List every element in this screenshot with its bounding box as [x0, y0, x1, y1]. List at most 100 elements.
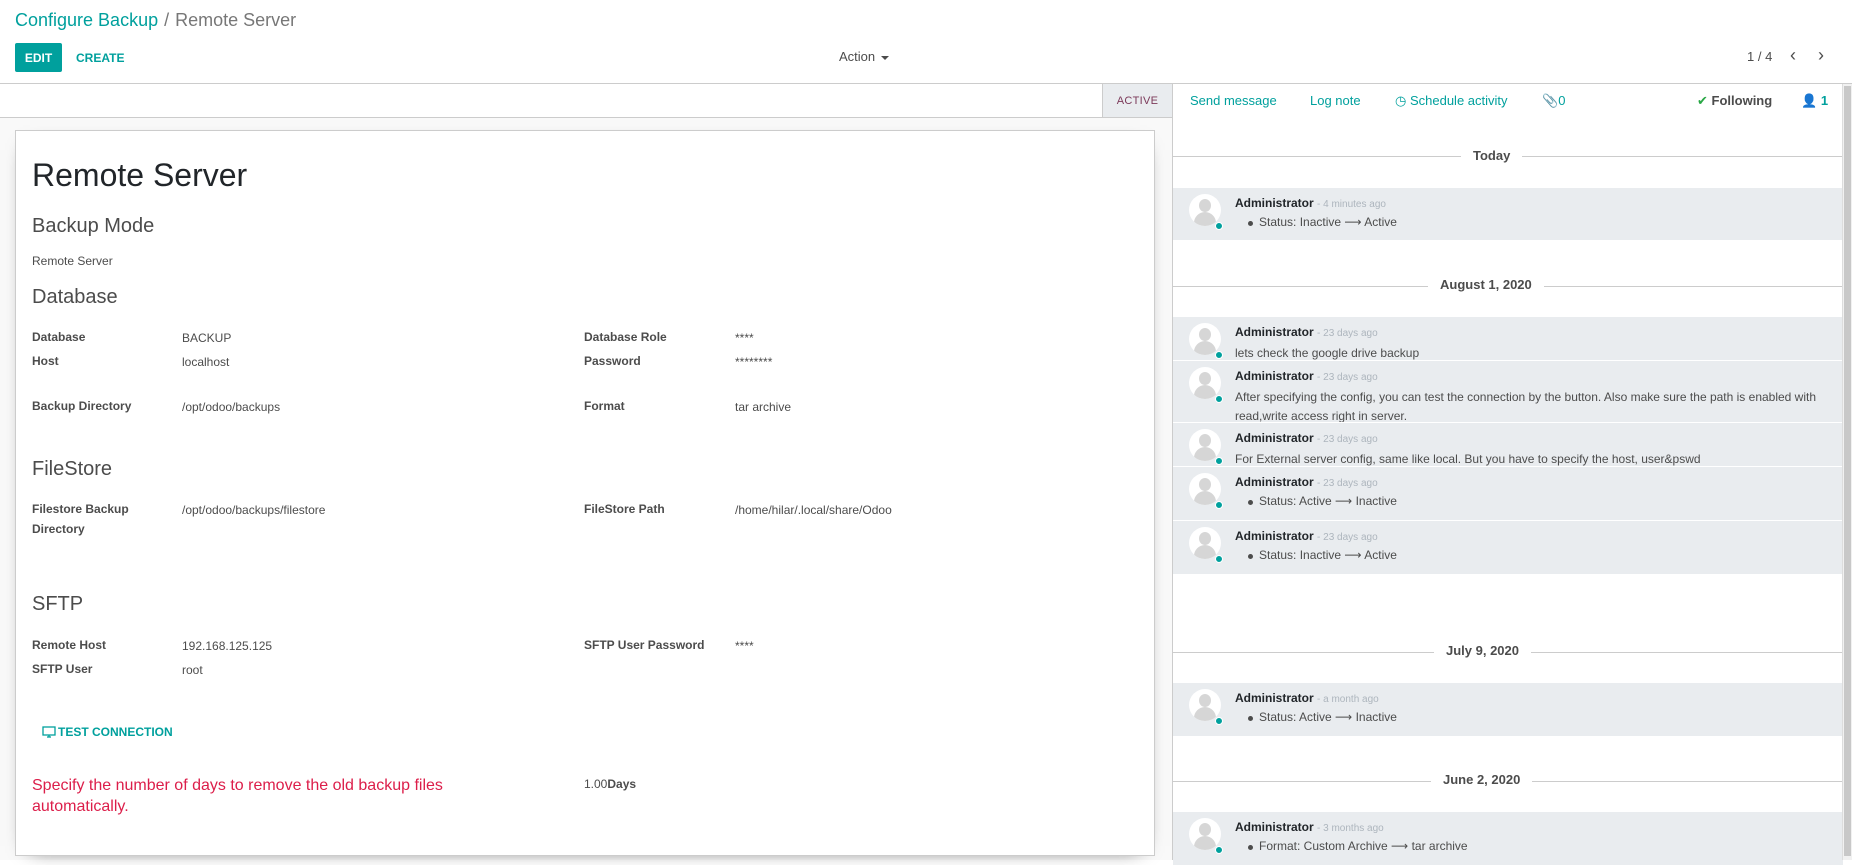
date-label: June 2, 2020	[1431, 772, 1533, 787]
filestore-path-value[interactable]: /home/hilar/.local/share/Odoo	[735, 503, 892, 517]
remote-host-value[interactable]: 192.168.125.125	[182, 639, 272, 653]
online-status-icon	[1215, 395, 1223, 403]
password-value[interactable]: ********	[735, 355, 772, 369]
followers-button[interactable]: 👤 1	[1801, 93, 1828, 109]
edit-button[interactable]: EDIT	[15, 43, 62, 72]
following-label: Following	[1711, 93, 1773, 108]
database-role-label: Database Role	[584, 330, 667, 344]
chatter-topbar: Send message Log note ◷ Schedule activit…	[1173, 84, 1843, 118]
statusbar: ACTIVE	[0, 84, 1172, 118]
backup-directory-label: Backup Directory	[32, 399, 132, 413]
chevron-left-icon[interactable]: ‹	[1785, 46, 1801, 66]
backup-directory-value[interactable]: /opt/odoo/backups	[182, 400, 280, 414]
message: Administrator - 23 days ago After specif…	[1173, 360, 1843, 423]
avatar[interactable]	[1189, 367, 1221, 399]
message: Administrator - 23 days ago Status: Inac…	[1173, 520, 1843, 574]
log-note-button[interactable]: Log note	[1310, 93, 1361, 108]
section-backup-mode: Backup Mode	[32, 215, 155, 237]
tracking-value: Status: Active ⟶ Inactive	[1248, 710, 1397, 724]
schedule-activity-button[interactable]: ◷ Schedule activity	[1395, 93, 1508, 109]
backup-mode-value[interactable]: Remote Server	[32, 254, 113, 268]
days-warning: Specify the number of days to remove the…	[32, 777, 443, 815]
chatter: Send message Log note ◷ Schedule activit…	[1172, 84, 1852, 865]
breadcrumb-separator: /	[164, 10, 170, 30]
send-message-button[interactable]: Send message	[1190, 93, 1277, 108]
format-value[interactable]: tar archive	[735, 400, 791, 414]
tracking-value: Format: Custom Archive ⟶ tar archive	[1248, 839, 1468, 853]
remote-host-label: Remote Host	[32, 638, 107, 652]
online-status-icon	[1215, 555, 1223, 563]
record-title: Remote Server	[32, 157, 248, 193]
message: Administrator - 23 days ago For External…	[1173, 422, 1843, 466]
message-author: Administrator - 23 days ago	[1235, 369, 1378, 383]
message-author: Administrator - a month ago	[1235, 691, 1379, 705]
breadcrumb-current: Remote Server	[175, 10, 297, 30]
status-active[interactable]: ACTIVE	[1102, 84, 1172, 117]
online-status-icon	[1215, 351, 1223, 359]
filestore-dir-label: Filestore Backup Directory	[32, 502, 129, 536]
clock-icon: ◷	[1395, 93, 1407, 108]
message-author: Administrator - 23 days ago	[1235, 325, 1378, 339]
attachments-button[interactable]: 📎0	[1542, 93, 1565, 109]
online-status-icon	[1215, 222, 1223, 230]
database-role-value[interactable]: ****	[735, 331, 754, 345]
message-author: Administrator - 23 days ago	[1235, 529, 1378, 543]
followers-count: 1	[1820, 93, 1829, 108]
sftp-user-label: SFTP User	[32, 662, 93, 676]
pager-value[interactable]: 1 / 4	[1747, 49, 1772, 64]
filestore-path-label: FileStore Path	[584, 502, 665, 516]
host-label: Host	[32, 354, 59, 368]
form-area: ACTIVE Remote Server Backup Mode Remote …	[0, 84, 1172, 860]
online-status-icon	[1215, 717, 1223, 725]
sftp-password-value[interactable]: ****	[735, 639, 754, 653]
host-value[interactable]: localhost	[182, 355, 229, 369]
breadcrumb-parent[interactable]: Configure Backup	[15, 10, 158, 30]
test-connection-label: TEST CONNECTION	[58, 725, 173, 739]
filestore-dir-value[interactable]: /opt/odoo/backups/filestore	[182, 503, 325, 517]
online-status-icon	[1215, 457, 1223, 465]
message-author: Administrator - 4 minutes ago	[1235, 196, 1386, 210]
avatar[interactable]	[1189, 818, 1221, 850]
format-label: Format	[584, 399, 625, 413]
message-body: After specifying the config, you can tes…	[1235, 390, 1817, 423]
tracking-value: Status: Inactive ⟶ Active	[1248, 215, 1397, 229]
action-dropdown[interactable]: Action	[839, 49, 890, 64]
avatar[interactable]	[1189, 429, 1221, 461]
scrollbar-thumb[interactable]	[1844, 86, 1851, 856]
schedule-activity-label: Schedule activity	[1409, 93, 1508, 108]
date-label: July 9, 2020	[1434, 643, 1531, 658]
message: Administrator - 23 days ago Status: Acti…	[1173, 466, 1843, 520]
message: Administrator - 4 minutes ago Status: In…	[1173, 187, 1843, 240]
avatar[interactable]	[1189, 473, 1221, 505]
form-sheet: Remote Server Backup Mode Remote Server …	[15, 130, 1155, 856]
days-value: 1.00	[584, 777, 608, 791]
following-button[interactable]: ✔ Following	[1697, 93, 1772, 109]
message: Administrator - a month ago Status: Acti…	[1173, 682, 1843, 736]
avatar[interactable]	[1189, 527, 1221, 559]
test-connection-button[interactable]: TEST CONNECTION	[42, 725, 173, 739]
breadcrumb: Configure Backup / Remote Server	[15, 10, 296, 31]
section-filestore: FileStore	[32, 458, 113, 480]
monitor-icon	[42, 726, 56, 738]
check-icon: ✔	[1697, 93, 1708, 108]
tracking-value: Status: Active ⟶ Inactive	[1248, 494, 1397, 508]
days-field[interactable]: 1.00Days	[584, 777, 636, 791]
control-panel: Configure Backup / Remote Server EDIT CREA…	[0, 0, 1852, 84]
avatar[interactable]	[1189, 194, 1221, 226]
message-author: Administrator - 23 days ago	[1235, 431, 1378, 445]
section-database: Database	[32, 286, 118, 308]
database-label: Database	[32, 330, 86, 344]
chatter-scrollbar[interactable]	[1842, 84, 1852, 860]
create-button[interactable]: CREATE	[76, 43, 124, 72]
chevron-right-icon[interactable]: ›	[1813, 46, 1829, 66]
message-author: Administrator - 3 months ago	[1235, 820, 1384, 834]
avatar[interactable]	[1189, 323, 1221, 355]
days-unit: Days	[607, 777, 637, 791]
avatar[interactable]	[1189, 689, 1221, 721]
online-status-icon	[1215, 501, 1223, 509]
online-status-icon	[1215, 846, 1223, 854]
user-icon: 👤	[1801, 93, 1818, 108]
sftp-user-value[interactable]: root	[182, 663, 203, 677]
tracking-value: Status: Inactive ⟶ Active	[1248, 548, 1397, 562]
database-value[interactable]: BACKUP	[182, 331, 231, 345]
